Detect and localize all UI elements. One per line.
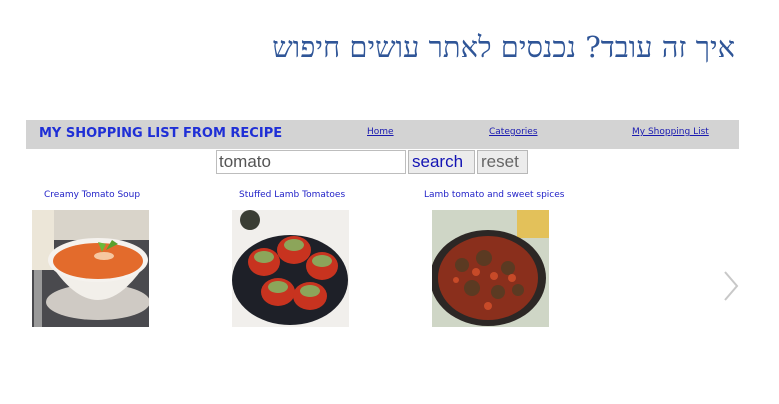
stuffed-tomatoes-illustration (232, 210, 349, 327)
nav-link-my-shopping-list[interactable]: My Shopping List (632, 127, 709, 137)
recipe-title-link[interactable]: Lamb tomato and sweet spices (424, 190, 564, 200)
nav-link-categories[interactable]: Categories (489, 127, 538, 137)
navbar: MY SHOPPING LIST FROM RECIPE Home Catego… (26, 120, 739, 149)
slide-title: איך זה עובד? נכנסים לאתר עושים חיפוש (272, 30, 735, 64)
recipe-image[interactable] (32, 210, 149, 327)
site-brand[interactable]: MY SHOPPING LIST FROM RECIPE (39, 126, 282, 141)
lamb-stew-illustration (432, 210, 549, 327)
reset-button[interactable]: reset (477, 150, 528, 174)
recipe-image[interactable] (432, 210, 549, 327)
soup-bowl-illustration (32, 210, 149, 327)
nav-link-home[interactable]: Home (367, 127, 394, 137)
search-button[interactable]: search (408, 150, 475, 174)
recipe-image[interactable] (232, 210, 349, 327)
recipe-title-link[interactable]: Stuffed Lamb Tomatoes (239, 190, 345, 200)
recipe-title-link[interactable]: Creamy Tomato Soup (44, 190, 140, 200)
search-input[interactable]: tomato (216, 150, 406, 174)
chevron-right-icon[interactable] (722, 270, 740, 302)
